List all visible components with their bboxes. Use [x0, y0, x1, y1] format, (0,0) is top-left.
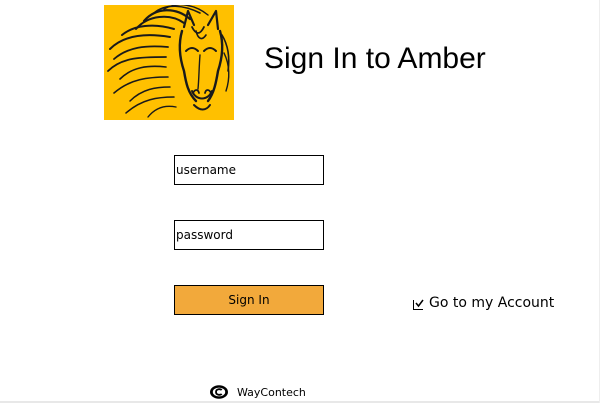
checkmark-icon: [415, 299, 424, 308]
go-to-account-label: Go to my Account: [429, 295, 555, 311]
go-to-account-checkbox[interactable]: [413, 299, 424, 310]
amber-logo: [104, 5, 234, 120]
horse-head-logo-icon: [104, 5, 234, 120]
footer: WayContech: [209, 384, 306, 400]
page-title: Sign In to Amber: [264, 42, 486, 75]
username-input[interactable]: [174, 155, 324, 185]
copyright-icon: [210, 385, 228, 399]
go-to-account-option[interactable]: Go to my Account: [413, 295, 554, 311]
password-input[interactable]: [174, 220, 324, 250]
footer-company-name: WayContech: [237, 385, 306, 399]
sign-in-page: Sign In to Amber Sign In Go to my Accoun…: [0, 0, 600, 403]
sign-in-button[interactable]: Sign In: [174, 285, 324, 315]
